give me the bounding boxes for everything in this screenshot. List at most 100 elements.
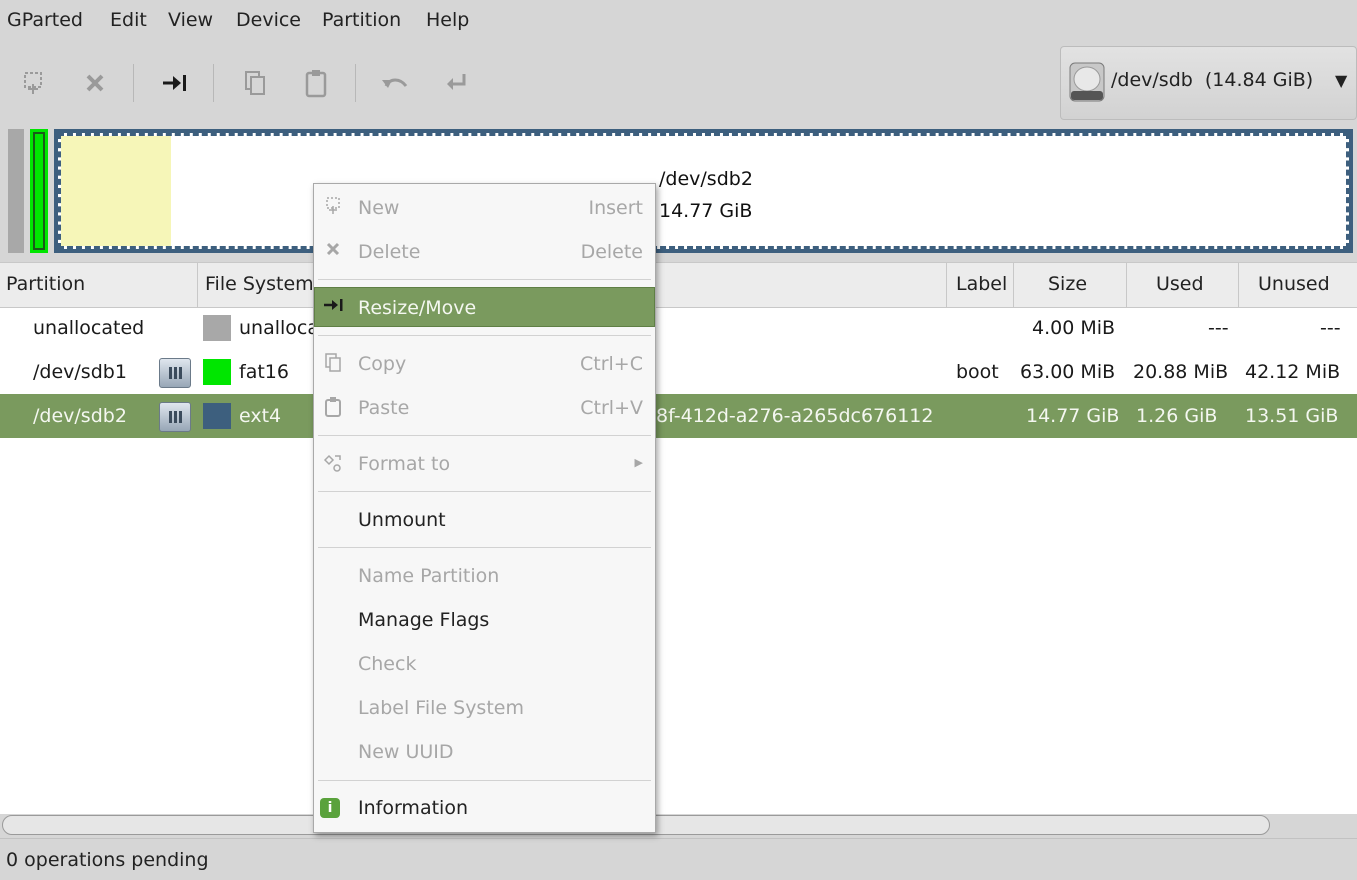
- menu-item-label: Information: [358, 797, 468, 819]
- menu-separator: [318, 279, 651, 280]
- diskmap-sdb2-used: [61, 136, 171, 246]
- menubar: GParted Edit View Device Partition Help: [0, 0, 1357, 44]
- diskmap-sdb1[interactable]: [30, 129, 48, 253]
- horizontal-scrollbar[interactable]: [0, 814, 1357, 836]
- menu-item-label: New: [358, 197, 400, 219]
- menu-item-copy[interactable]: Copy Ctrl+C: [314, 344, 655, 384]
- menu-item-paste[interactable]: Paste Ctrl+V: [314, 388, 655, 428]
- toolbar-separator: [355, 64, 356, 102]
- column-size[interactable]: Size: [1048, 273, 1087, 295]
- paste-icon: [321, 396, 345, 420]
- menu-gparted[interactable]: GParted: [7, 9, 83, 31]
- menu-item-check[interactable]: Check: [314, 644, 655, 684]
- format-icon: [321, 452, 345, 476]
- cell-unused: ---: [1320, 317, 1341, 339]
- undo-icon[interactable]: [378, 66, 412, 100]
- menu-help[interactable]: Help: [426, 9, 469, 31]
- menu-partition[interactable]: Partition: [322, 9, 401, 31]
- menu-item-new[interactable]: New Insert: [314, 188, 655, 228]
- new-partition-icon[interactable]: [16, 66, 50, 100]
- lock-icon: [159, 402, 191, 432]
- column-partition[interactable]: Partition: [6, 273, 85, 295]
- menu-item-new-uuid[interactable]: New UUID: [314, 732, 655, 772]
- column-file-system[interactable]: File System: [205, 273, 314, 295]
- lock-icon: [159, 358, 191, 388]
- menu-item-label: Resize/Move: [358, 297, 477, 319]
- resize-move-icon[interactable]: [158, 66, 192, 100]
- cell-partition: unallocated: [33, 317, 145, 339]
- menu-item-accel: Ctrl+C: [580, 353, 643, 375]
- cell-uuid: 8f-412d-a276-a265dc676112: [656, 405, 934, 427]
- menu-item-unmount[interactable]: Unmount: [314, 500, 655, 540]
- submenu-arrow-icon: ▶: [634, 456, 643, 469]
- menu-device[interactable]: Device: [236, 9, 301, 31]
- table-header: Partition File System Label Size Used Un…: [0, 262, 1357, 308]
- cell-fs: fat16: [239, 361, 289, 383]
- menu-item-accel: Insert: [588, 197, 644, 219]
- toolbar-separator: [213, 64, 214, 102]
- menu-item-information[interactable]: i Information: [314, 788, 655, 828]
- new-partition-icon: [321, 196, 345, 220]
- delete-icon[interactable]: [78, 66, 112, 100]
- cell-unused: 42.12 MiB: [1245, 361, 1341, 383]
- context-menu: New Insert Delete Delete Resize/Move Cop…: [313, 183, 656, 833]
- column-unused[interactable]: Unused: [1258, 273, 1330, 295]
- information-icon: i: [320, 798, 340, 818]
- status-text: 0 operations pending: [6, 849, 209, 871]
- cell-used: 1.26 GiB: [1136, 405, 1218, 427]
- menu-item-label: Label File System: [358, 697, 524, 719]
- table-row[interactable]: /dev/sdb1 fat16 boot 63.00 MiB 20.88 MiB…: [0, 350, 1357, 394]
- menu-item-label: Paste: [358, 397, 410, 419]
- fs-color-swatch: [203, 359, 231, 385]
- menu-item-accel: Ctrl+V: [580, 397, 643, 419]
- chevron-down-icon: ▼: [1335, 71, 1348, 90]
- copy-icon[interactable]: [238, 66, 272, 100]
- column-divider: [1238, 263, 1239, 307]
- menu-item-label: Manage Flags: [358, 609, 490, 631]
- menu-item-label: Copy: [358, 353, 407, 375]
- table-row[interactable]: unallocated unallocated 4.00 MiB --- ---: [0, 306, 1357, 350]
- menu-view[interactable]: View: [168, 9, 213, 31]
- fs-color-swatch: [203, 315, 231, 341]
- column-divider: [1126, 263, 1127, 307]
- delete-icon: [321, 240, 345, 264]
- status-bar: 0 operations pending: [0, 838, 1357, 880]
- cell-size: 14.77 GiB: [1026, 405, 1120, 427]
- menu-separator: [318, 780, 651, 781]
- column-divider: [197, 263, 198, 307]
- menu-item-delete[interactable]: Delete Delete: [314, 232, 655, 272]
- cell-fs: ext4: [239, 405, 282, 427]
- column-divider: [1013, 263, 1014, 307]
- menu-item-name-partition[interactable]: Name Partition: [314, 556, 655, 596]
- column-label[interactable]: Label: [956, 273, 1007, 295]
- toolbar-separator: [133, 64, 134, 102]
- cell-used: 20.88 MiB: [1133, 361, 1229, 383]
- menu-item-label: Check: [358, 653, 417, 675]
- menu-item-manage-flags[interactable]: Manage Flags: [314, 600, 655, 640]
- menu-item-accel: Delete: [580, 241, 643, 263]
- diskmap-partition-name: /dev/sdb2: [659, 168, 753, 190]
- menu-item-format-to[interactable]: Format to ▶: [314, 444, 655, 484]
- menu-separator: [318, 547, 651, 548]
- apply-icon[interactable]: [440, 66, 474, 100]
- device-selector[interactable]: /dev/sdb (14.84 GiB) ▼: [1060, 46, 1357, 120]
- diskmap-partition-size: 14.77 GiB: [659, 200, 753, 222]
- menu-item-label-file-system[interactable]: Label File System: [314, 688, 655, 728]
- cell-size: 63.00 MiB: [1020, 361, 1116, 383]
- resize-move-icon: [322, 296, 346, 320]
- cell-label: boot: [956, 361, 999, 383]
- menu-item-resize-move[interactable]: Resize/Move: [314, 287, 655, 327]
- diskmap-unallocated[interactable]: [8, 129, 24, 253]
- cell-partition: /dev/sdb1: [33, 361, 127, 383]
- menu-separator: [318, 491, 651, 492]
- diskmap-sdb1-inner: [33, 132, 45, 250]
- table-row-selected[interactable]: /dev/sdb2 ext4 8f-412d-a276-a265dc676112…: [0, 394, 1357, 438]
- menu-edit[interactable]: Edit: [110, 9, 147, 31]
- diskmap-sdb2[interactable]: /dev/sdb2 14.77 GiB: [54, 129, 1353, 253]
- hard-disk-icon: [1067, 59, 1107, 105]
- paste-icon[interactable]: [299, 66, 333, 100]
- cell-partition: /dev/sdb2: [33, 405, 127, 427]
- column-used[interactable]: Used: [1156, 273, 1204, 295]
- disk-map: /dev/sdb2 14.77 GiB: [0, 123, 1357, 258]
- menu-item-label: Format to: [358, 453, 451, 475]
